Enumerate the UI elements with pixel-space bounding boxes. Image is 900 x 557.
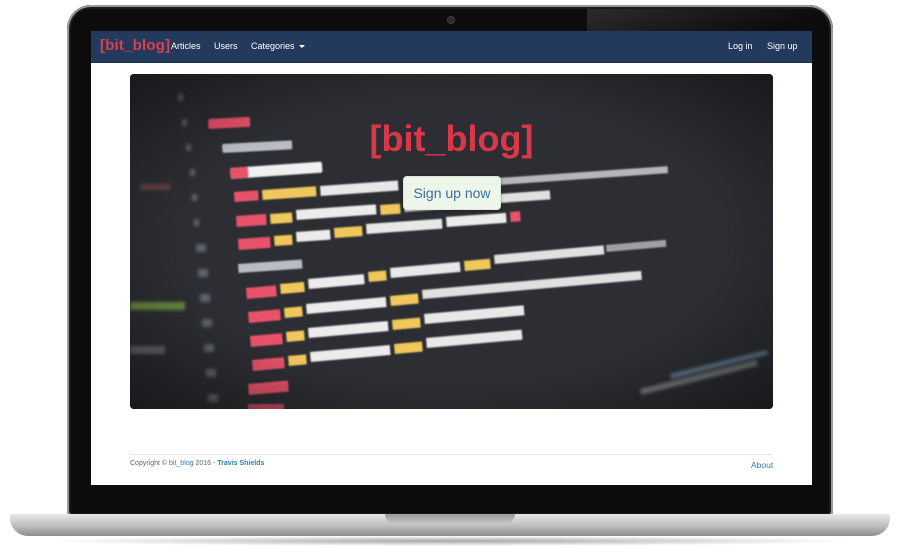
hero-title: [bit_blog] [369,118,534,159]
laptop-shadow [40,536,860,546]
nav-categories-dropdown[interactable]: Categories [251,41,305,51]
navbar: [bit_blog] Articles Users Categories Log… [91,31,812,63]
nav-categories-label: Categories [251,41,295,51]
nav-articles[interactable]: Articles [171,41,201,51]
footer-copyright: Copyright © bit_blog 2016 - Travis Shiel… [130,460,264,467]
copyright-year: 2016 - [193,460,218,467]
footer-brand-link[interactable]: bit_blog [169,460,194,467]
caret-down-icon [298,45,305,49]
navbar-brand[interactable]: [bit_blog] [100,37,170,54]
signup-now-button[interactable]: Sign up now [403,176,501,210]
footer-about-link[interactable]: About [751,460,773,470]
footer-divider [130,454,773,455]
browser-screen: [bit_blog] Articles Users Categories Log… [91,31,812,485]
webcam-icon [448,17,454,23]
laptop-hinge-notch [385,514,515,524]
nav-signup[interactable]: Sign up [767,41,798,51]
nav-users[interactable]: Users [214,41,238,51]
nav-login[interactable]: Log in [728,41,753,51]
copyright-prefix: Copyright © [130,460,170,467]
footer-author-link[interactable]: Travis Shields [217,460,264,467]
hero-banner: [bit_blog] Sign up now [130,74,773,409]
